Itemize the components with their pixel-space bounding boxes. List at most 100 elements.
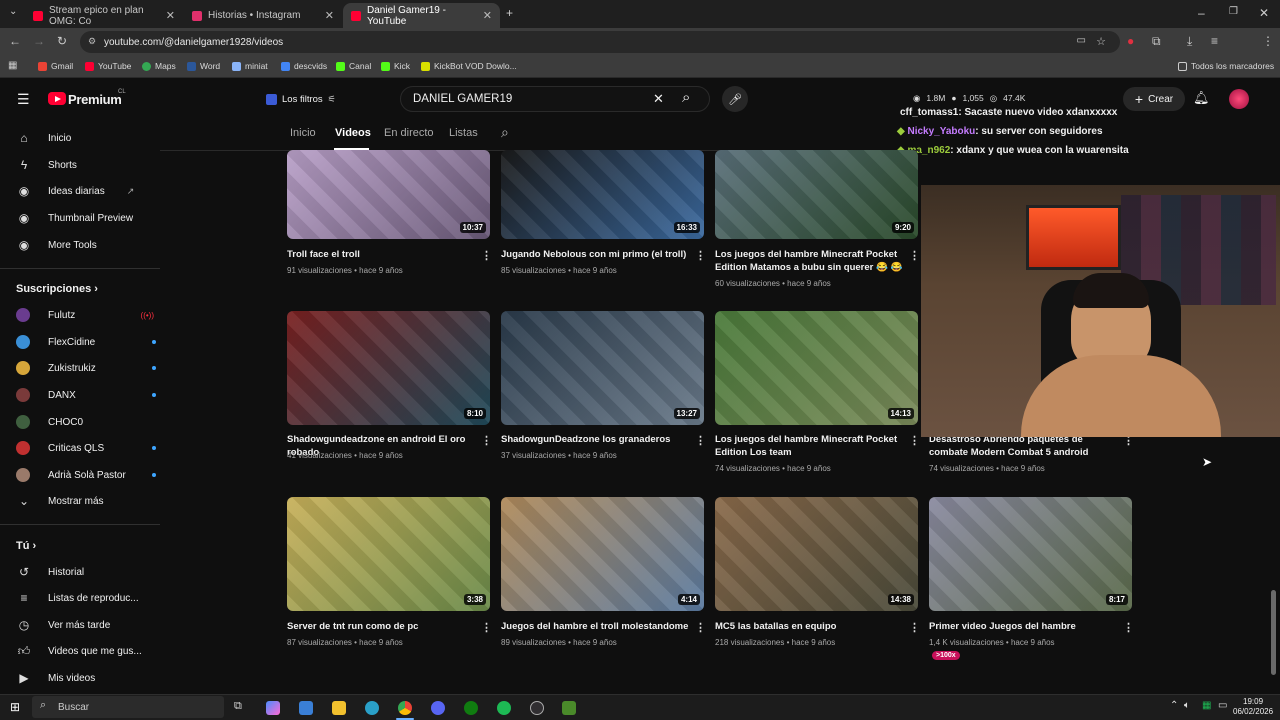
subscriptions-heading[interactable]: Suscripciones ›: [16, 283, 98, 295]
tab-inicio[interactable]: Inicio: [290, 127, 316, 139]
video-menu-icon[interactable]: ⋮: [1123, 621, 1134, 634]
video-title[interactable]: Los juegos del hambre Minecraft Pocket E…: [715, 248, 903, 274]
video-menu-icon[interactable]: ⋮: [481, 434, 492, 447]
you-heading[interactable]: Tú ›: [16, 540, 36, 552]
record-extension-icon[interactable]: ●: [1127, 34, 1134, 48]
show-more-button[interactable]: ⌄ Mostrar más: [16, 491, 156, 511]
store-icon[interactable]: [299, 701, 313, 715]
video-title[interactable]: Los juegos del hambre Minecraft Pocket E…: [715, 433, 903, 459]
sidebar-item-more-tools[interactable]: ◉ More Tools: [16, 235, 156, 255]
bookmark-word[interactable]: Word: [187, 61, 220, 71]
youtube-logo-icon[interactable]: [48, 92, 66, 105]
close-tab-icon[interactable]: ✕: [325, 9, 334, 22]
edge-icon[interactable]: [365, 701, 379, 715]
video-title[interactable]: Troll face el troll: [287, 248, 475, 261]
account-avatar[interactable]: [1229, 89, 1249, 109]
video-thumbnail[interactable]: 14:38: [715, 497, 918, 611]
clear-search-icon[interactable]: ✕: [653, 91, 664, 107]
youtube-premium-logo[interactable]: Premium: [68, 92, 122, 107]
address-bar[interactable]: ⚙ youtube.com/@danielgamer1928/videos ▭ …: [80, 31, 1120, 53]
apps-grid-icon[interactable]: ▦: [8, 60, 17, 71]
taskbar-date[interactable]: 06/02/2026: [1233, 707, 1273, 716]
bookmark-kick[interactable]: Kick: [381, 61, 410, 71]
hamburger-menu-icon[interactable]: ☰: [17, 91, 30, 108]
video-menu-icon[interactable]: ⋮: [909, 434, 920, 447]
video-menu-icon[interactable]: ⋮: [695, 249, 706, 262]
xbox-icon[interactable]: [464, 701, 478, 715]
video-thumbnail[interactable]: 16:33: [501, 150, 704, 239]
sidebar-item-ideas[interactable]: ◉ Ideas diarias ↗: [16, 181, 156, 201]
all-bookmarks[interactable]: Todos los marcadores: [1178, 61, 1274, 71]
channel-search-icon[interactable]: ⌕: [501, 124, 509, 141]
create-button[interactable]: + Crear: [1123, 87, 1185, 111]
tab-instagram[interactable]: Historias • Instagram ✕: [184, 3, 342, 28]
sidebar-item-my-videos[interactable]: ▶ Mis videos: [16, 668, 156, 688]
video-title[interactable]: Juegos del hambre el troll molestandome: [501, 620, 689, 633]
obs-icon[interactable]: [530, 701, 544, 715]
video-menu-icon[interactable]: ⋮: [695, 434, 706, 447]
notifications-icon[interactable]: 🔔︎: [1193, 90, 1210, 106]
sidebar-item-liked[interactable]: 👍︎ Videos que me gus...: [16, 641, 156, 661]
close-window-icon[interactable]: ✕: [1259, 6, 1269, 20]
sidebar-item-thumbnail-preview[interactable]: ◉ Thumbnail Preview: [16, 208, 156, 228]
sub-item[interactable]: DANX: [16, 385, 156, 405]
video-title[interactable]: MC5 las batallas en equipo: [715, 620, 903, 633]
video-menu-icon[interactable]: ⋮: [481, 249, 492, 262]
discord-icon[interactable]: [431, 701, 445, 715]
new-tab-icon[interactable]: +: [506, 6, 513, 20]
back-icon[interactable]: ←: [9, 34, 21, 48]
tab-list-icon[interactable]: ⌄: [9, 6, 17, 17]
tab-listas[interactable]: Listas: [449, 127, 478, 139]
bookmark-youtube[interactable]: YouTube: [85, 61, 131, 71]
tab-stream[interactable]: Stream epico en plan OMG: Co ✕: [25, 3, 183, 28]
video-thumbnail[interactable]: 8:17: [929, 497, 1132, 611]
video-title[interactable]: Primer video Juegos del hambre: [929, 620, 1117, 633]
file-explorer-icon[interactable]: [332, 701, 346, 715]
sub-item[interactable]: CHOC0: [16, 412, 156, 432]
video-menu-icon[interactable]: ⋮: [695, 621, 706, 634]
sub-item[interactable]: Fulutz ((•)): [16, 305, 156, 325]
video-menu-icon[interactable]: ⋮: [481, 621, 492, 634]
minimize-icon[interactable]: –: [1198, 6, 1205, 20]
sidebar-item-watch-later[interactable]: ◷ Ver más tarde: [16, 615, 156, 635]
tray-chevron-icon[interactable]: ⌃: [1170, 700, 1178, 711]
bookmark-descvids[interactable]: descvids: [281, 61, 327, 71]
video-thumbnail[interactable]: 8:10: [287, 311, 490, 425]
close-tab-icon[interactable]: ✕: [483, 9, 492, 22]
video-thumbnail[interactable]: 4:14: [501, 497, 704, 611]
sidebar-item-inicio[interactable]: ⌂ Inicio: [16, 128, 156, 148]
extensions-icon[interactable]: ⧉: [1152, 34, 1161, 49]
download-icon[interactable]: ⤓: [1187, 34, 1192, 49]
bookmark-kickbot[interactable]: KickBot VOD Dowlo...: [421, 61, 517, 71]
forward-icon[interactable]: →: [33, 34, 45, 48]
speaker-icon[interactable]: 🔈︎: [1184, 700, 1190, 711]
sub-item[interactable]: FlexCidine: [16, 332, 156, 352]
chrome-icon[interactable]: [398, 701, 412, 715]
bookmark-star-icon[interactable]: ☆: [1096, 35, 1106, 48]
media-icon[interactable]: ≡: [1211, 34, 1218, 48]
sidebar-item-historial[interactable]: ↺ Historial: [16, 562, 156, 582]
taskbar-search[interactable]: ⌕ Buscar: [32, 696, 224, 718]
voice-search-icon[interactable]: 🎤︎: [722, 86, 748, 112]
video-thumbnail[interactable]: 14:13: [715, 311, 918, 425]
bookmark-canal[interactable]: Canal: [336, 61, 371, 71]
taskbar-time[interactable]: 19:09: [1243, 697, 1263, 706]
sub-item[interactable]: Criticas QLS: [16, 438, 156, 458]
sub-item[interactable]: Adrià Solà Pastor: [16, 465, 156, 485]
site-info-icon[interactable]: ⚙: [88, 36, 96, 47]
bookmark-miniat[interactable]: miniat: [232, 61, 268, 71]
minecraft-icon[interactable]: [562, 701, 576, 715]
filters-button[interactable]: Los filtros ⚟: [266, 88, 336, 110]
video-menu-icon[interactable]: ⋮: [909, 621, 920, 634]
video-menu-icon[interactable]: ⋮: [909, 249, 920, 262]
close-tab-icon[interactable]: ✕: [166, 9, 175, 22]
video-title[interactable]: Jugando Nebolous con mi primo (el troll): [501, 248, 689, 261]
tab-en-directo[interactable]: En directo: [384, 127, 434, 139]
video-title[interactable]: Server de tnt run como de pc: [287, 620, 475, 633]
spotify-icon[interactable]: [497, 701, 511, 715]
video-thumbnail[interactable]: 10:37: [287, 150, 490, 239]
display-icon[interactable]: ▭: [1218, 700, 1227, 711]
windows-start-icon[interactable]: ⊞: [10, 700, 20, 714]
page-scrollbar[interactable]: [1271, 590, 1276, 675]
video-thumbnail[interactable]: 9:20: [715, 150, 918, 239]
